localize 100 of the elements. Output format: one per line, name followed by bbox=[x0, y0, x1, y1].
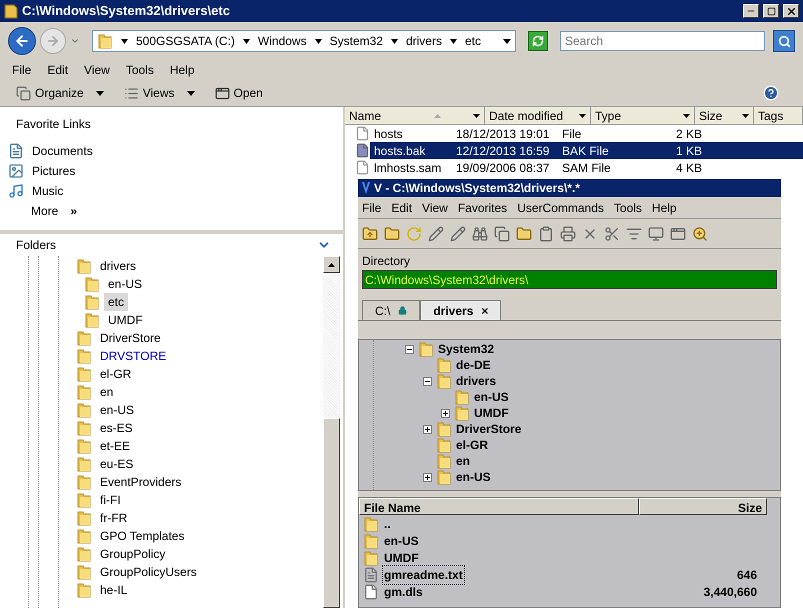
directory-field[interactable]: C:\Windows\System32\drivers\ bbox=[362, 270, 777, 289]
toolbar-icon[interactable] bbox=[626, 226, 642, 242]
column-header[interactable]: Tags bbox=[754, 107, 803, 124]
tree-item[interactable]: el-GR bbox=[456, 436, 488, 454]
menu-item[interactable]: Tools bbox=[126, 61, 154, 79]
favorite-link[interactable]: Documents bbox=[32, 142, 93, 160]
breadcrumb-arrow-icon[interactable] bbox=[242, 38, 250, 44]
file-name[interactable]: gm.dls bbox=[382, 582, 425, 602]
expand-icon[interactable] bbox=[441, 408, 450, 418]
breadcrumb-arrow-icon[interactable] bbox=[390, 38, 398, 44]
breadcrumb-arrow-icon[interactable] bbox=[314, 38, 322, 44]
favorite-link[interactable]: Music bbox=[32, 182, 64, 200]
folder-tree-item[interactable]: es-ES bbox=[96, 419, 137, 437]
folder-tree-item[interactable]: drivers bbox=[96, 257, 140, 275]
more-link[interactable]: More bbox=[31, 202, 58, 220]
double-chevron-icon[interactable]: » bbox=[70, 202, 78, 220]
expand-icon[interactable] bbox=[423, 472, 432, 482]
file-name[interactable]: UMDF bbox=[382, 548, 421, 568]
expand-icon[interactable] bbox=[423, 424, 432, 434]
toolbar-button[interactable]: Open bbox=[214, 84, 263, 102]
toolbar-icon[interactable] bbox=[450, 226, 466, 242]
refresh-button[interactable] bbox=[528, 31, 548, 51]
toolbar-icon[interactable] bbox=[472, 226, 488, 242]
folder-tree-item[interactable]: el-GR bbox=[96, 365, 136, 383]
column-header[interactable]: Date modified bbox=[485, 107, 591, 124]
folder-tree-item[interactable]: en-US bbox=[104, 275, 146, 293]
menu-item[interactable]: File bbox=[12, 61, 32, 79]
breadcrumb-arrow-icon[interactable] bbox=[450, 38, 457, 44]
menu-item[interactable]: View bbox=[84, 61, 110, 79]
column-header[interactable]: Name bbox=[345, 107, 485, 124]
dropdown-arrow-icon[interactable] bbox=[683, 114, 690, 118]
menu-item[interactable]: UserCommands bbox=[517, 198, 604, 216]
breadcrumb[interactable]: drivers bbox=[406, 32, 442, 50]
column-header[interactable]: Size bbox=[695, 107, 754, 124]
folder-tree-item[interactable]: en-US bbox=[96, 401, 138, 419]
file-row[interactable]: hosts 18/12/2013 19:01 File 2 KB bbox=[370, 125, 803, 142]
folder-tree-item[interactable]: GPO Templates bbox=[96, 527, 188, 545]
tree-item[interactable]: en-US bbox=[474, 388, 509, 406]
breadcrumb[interactable]: Windows bbox=[258, 32, 307, 50]
folder-tree-item[interactable]: fi-FI bbox=[96, 491, 125, 509]
folder-tree-item[interactable]: GroupPolicyUsers bbox=[96, 563, 201, 581]
tab[interactable]: C:\ bbox=[362, 300, 420, 320]
favorite-link[interactable]: Pictures bbox=[32, 162, 76, 180]
column-header[interactable]: Type bbox=[591, 107, 695, 124]
tree-item[interactable]: en-US bbox=[456, 468, 491, 486]
breadcrumb[interactable]: etc bbox=[464, 32, 481, 50]
dropdown-arrow-icon[interactable] bbox=[473, 114, 480, 118]
folder-tree-item[interactable]: en bbox=[96, 383, 118, 401]
search-field[interactable]: Search bbox=[560, 31, 765, 51]
toolbar-icon[interactable] bbox=[604, 226, 620, 242]
tree-item[interactable]: de-DE bbox=[456, 356, 491, 374]
folder-tree-item[interactable]: eu-ES bbox=[96, 455, 138, 473]
menu-item[interactable]: Edit bbox=[47, 61, 68, 79]
toolbar-button[interactable]: Organize bbox=[16, 84, 104, 102]
tree-item[interactable]: drivers bbox=[456, 372, 496, 390]
maximize-button[interactable] bbox=[763, 4, 779, 18]
help-icon[interactable] bbox=[763, 85, 779, 101]
column-header[interactable]: Size bbox=[639, 498, 767, 515]
folder-tree-item[interactable]: DRVSTORE bbox=[96, 347, 170, 365]
menu-item[interactable]: View bbox=[422, 198, 448, 216]
minimize-button[interactable] bbox=[743, 4, 759, 18]
tree-item[interactable]: UMDF bbox=[474, 404, 509, 422]
menu-item[interactable]: Help bbox=[652, 198, 677, 216]
toolbar-icon[interactable] bbox=[648, 226, 664, 242]
menu-item[interactable]: Favorites bbox=[458, 198, 508, 216]
collapse-icon[interactable] bbox=[423, 376, 432, 386]
dropdown-arrow-icon[interactable] bbox=[742, 114, 749, 118]
breadcrumb[interactable]: System32 bbox=[330, 32, 383, 50]
toolbar-icon[interactable] bbox=[692, 226, 708, 242]
toolbar-icon[interactable] bbox=[362, 226, 378, 242]
toolbar-icon[interactable] bbox=[428, 226, 444, 242]
file-row[interactable]: hosts.bak 12/12/2013 16:59 BAK File 1 KB bbox=[370, 142, 803, 159]
menu-item[interactable]: Help bbox=[170, 61, 195, 79]
folder-tree-item[interactable]: UMDF bbox=[104, 311, 147, 329]
close-button[interactable] bbox=[783, 4, 799, 18]
toolbar-icon[interactable] bbox=[516, 226, 532, 242]
dropdown-arrow-icon[interactable] bbox=[579, 114, 586, 118]
collapse-icon[interactable] bbox=[405, 344, 414, 354]
scrollbar[interactable] bbox=[323, 256, 340, 608]
toolbar-icon[interactable] bbox=[538, 226, 554, 242]
folder-tree-item[interactable]: he-IL bbox=[96, 581, 132, 599]
toolbar-button[interactable]: Views bbox=[124, 84, 194, 102]
scroll-thumb[interactable] bbox=[323, 418, 340, 608]
folder-tree-item[interactable]: GroupPolicy bbox=[96, 545, 170, 563]
search-button[interactable] bbox=[773, 30, 795, 52]
dropdown-arrow-icon[interactable] bbox=[503, 38, 511, 44]
toolbar-icon[interactable] bbox=[670, 226, 686, 242]
toolbar-icon[interactable] bbox=[494, 226, 510, 242]
tree-item[interactable]: System32 bbox=[438, 340, 494, 358]
tree-item[interactable]: en bbox=[456, 452, 470, 470]
column-header[interactable]: File Name bbox=[359, 498, 639, 515]
file-name[interactable]: en-US bbox=[382, 530, 421, 550]
menu-item[interactable]: Edit bbox=[391, 198, 412, 216]
menu-item[interactable]: Tools bbox=[614, 198, 642, 216]
folder-tree-item[interactable]: et-EE bbox=[96, 437, 134, 455]
menu-item[interactable]: File bbox=[362, 198, 382, 216]
breadcrumb[interactable]: 500GSGSATA (C:) bbox=[136, 32, 235, 50]
file-row[interactable]: lmhosts.sam 19/09/2006 08:37 SAM File 4 KB bbox=[370, 159, 803, 176]
tab[interactable]: drivers × bbox=[420, 300, 502, 320]
folder-tree-item[interactable]: EventProviders bbox=[96, 473, 186, 491]
